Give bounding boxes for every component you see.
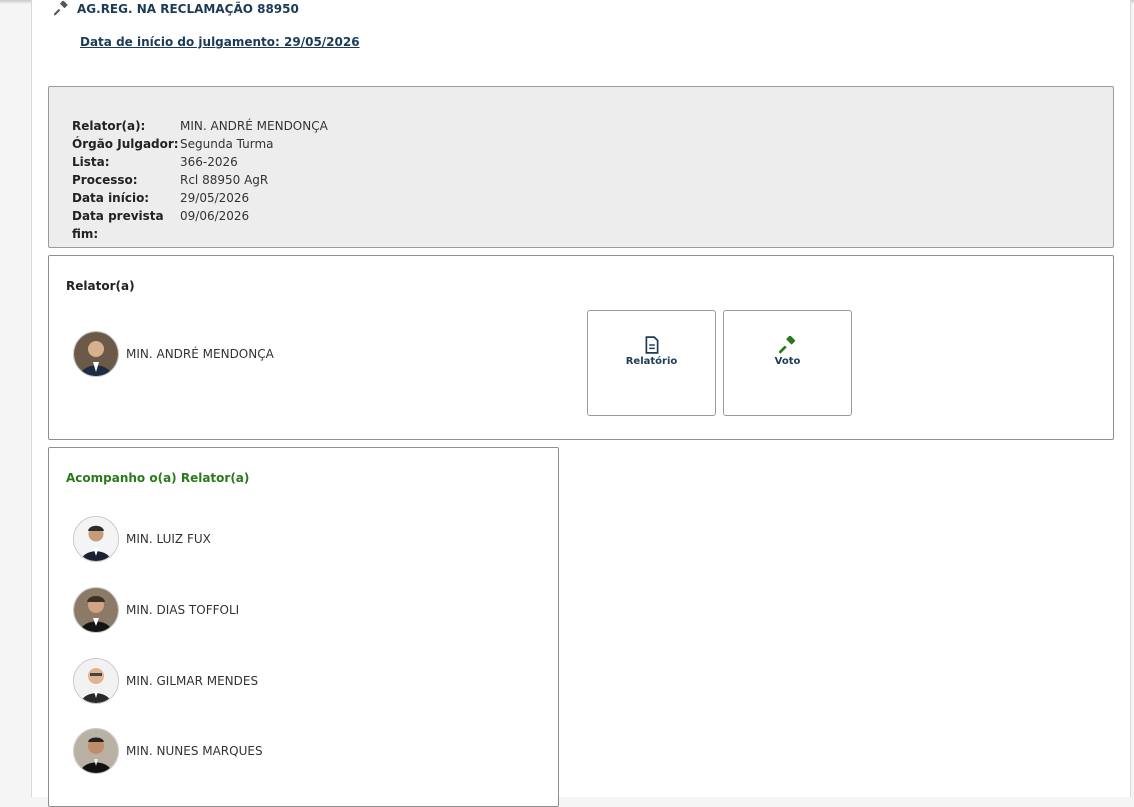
info-label-data-inicio: Data início: (72, 191, 150, 205)
relatorio-button[interactable]: Relatório (587, 310, 716, 416)
voto-button[interactable]: Voto (723, 310, 852, 416)
info-label-lista: Lista: (72, 155, 110, 169)
info-label-orgao: Órgão Julgador: (72, 137, 179, 151)
info-value-relator: MIN. ANDRÉ MENDONÇA (180, 119, 328, 133)
minister-photo-icon (74, 659, 118, 703)
avatar (73, 728, 119, 774)
gavel-icon (778, 336, 795, 354)
info-value-orgao: Segunda Turma (180, 137, 274, 151)
gavel-icon (54, 1, 68, 16)
process-info-box: Relator(a): MIN. ANDRÉ MENDONÇA Órgão Ju… (48, 86, 1114, 248)
relator-minister: MIN. ANDRÉ MENDONÇA (73, 331, 274, 377)
voto-label: Voto (774, 356, 801, 367)
info-value-data-fim: 09/06/2026 (180, 209, 250, 223)
judgment-start-link[interactable]: Data de início do julgamento: 29/05/2026 (80, 35, 360, 49)
avatar (73, 587, 119, 633)
minister-photo-icon (74, 588, 118, 632)
case-title-text: AG.REG. NA RECLAMAÇÃO 88950 (77, 1, 299, 16)
minister-photo-icon (74, 729, 118, 773)
list-item: MIN. GILMAR MENDES (73, 658, 258, 704)
relator-minister-name: MIN. ANDRÉ MENDONÇA (126, 347, 274, 361)
avatar (73, 658, 119, 704)
case-title: AG.REG. NA RECLAMAÇÃO 88950 (54, 1, 299, 16)
relator-panel: Relator(a) MIN. ANDRÉ MENDONÇA Relatório (48, 255, 1114, 440)
info-label-data-fim: Data prevista fim: (72, 209, 164, 241)
follow-heading: Acompanho o(a) Relator(a) (66, 471, 250, 485)
minister-photo-icon (74, 332, 118, 376)
info-value-data-inicio: 29/05/2026 (180, 191, 250, 205)
list-item: MIN. DIAS TOFFOLI (73, 587, 239, 633)
relatorio-label: Relatório (625, 356, 678, 367)
list-item: MIN. LUIZ FUX (73, 516, 211, 562)
relator-heading: Relator(a) (66, 279, 135, 293)
minister-name: MIN. DIAS TOFFOLI (126, 603, 240, 617)
list-item: MIN. NUNES MARQUES (73, 728, 263, 774)
process-info-grid: Relator(a): MIN. ANDRÉ MENDONÇA Órgão Ju… (72, 117, 328, 243)
document-icon (645, 336, 658, 354)
minister-name: MIN. NUNES MARQUES (126, 744, 263, 758)
page-content: AG.REG. NA RECLAMAÇÃO 88950 Data de iníc… (31, 0, 1131, 807)
info-value-lista: 366-2026 (180, 155, 238, 169)
info-value-processo: Rcl 88950 AgR (180, 173, 269, 187)
minister-name: MIN. GILMAR MENDES (126, 674, 259, 688)
info-label-relator: Relator(a): (72, 119, 146, 133)
avatar (73, 516, 119, 562)
minister-photo-icon (74, 517, 118, 561)
avatar (73, 331, 119, 377)
follow-relator-panel: Acompanho o(a) Relator(a) MIN. LUIZ FUX (48, 447, 559, 807)
minister-name: MIN. LUIZ FUX (126, 532, 211, 546)
info-label-processo: Processo: (72, 173, 138, 187)
